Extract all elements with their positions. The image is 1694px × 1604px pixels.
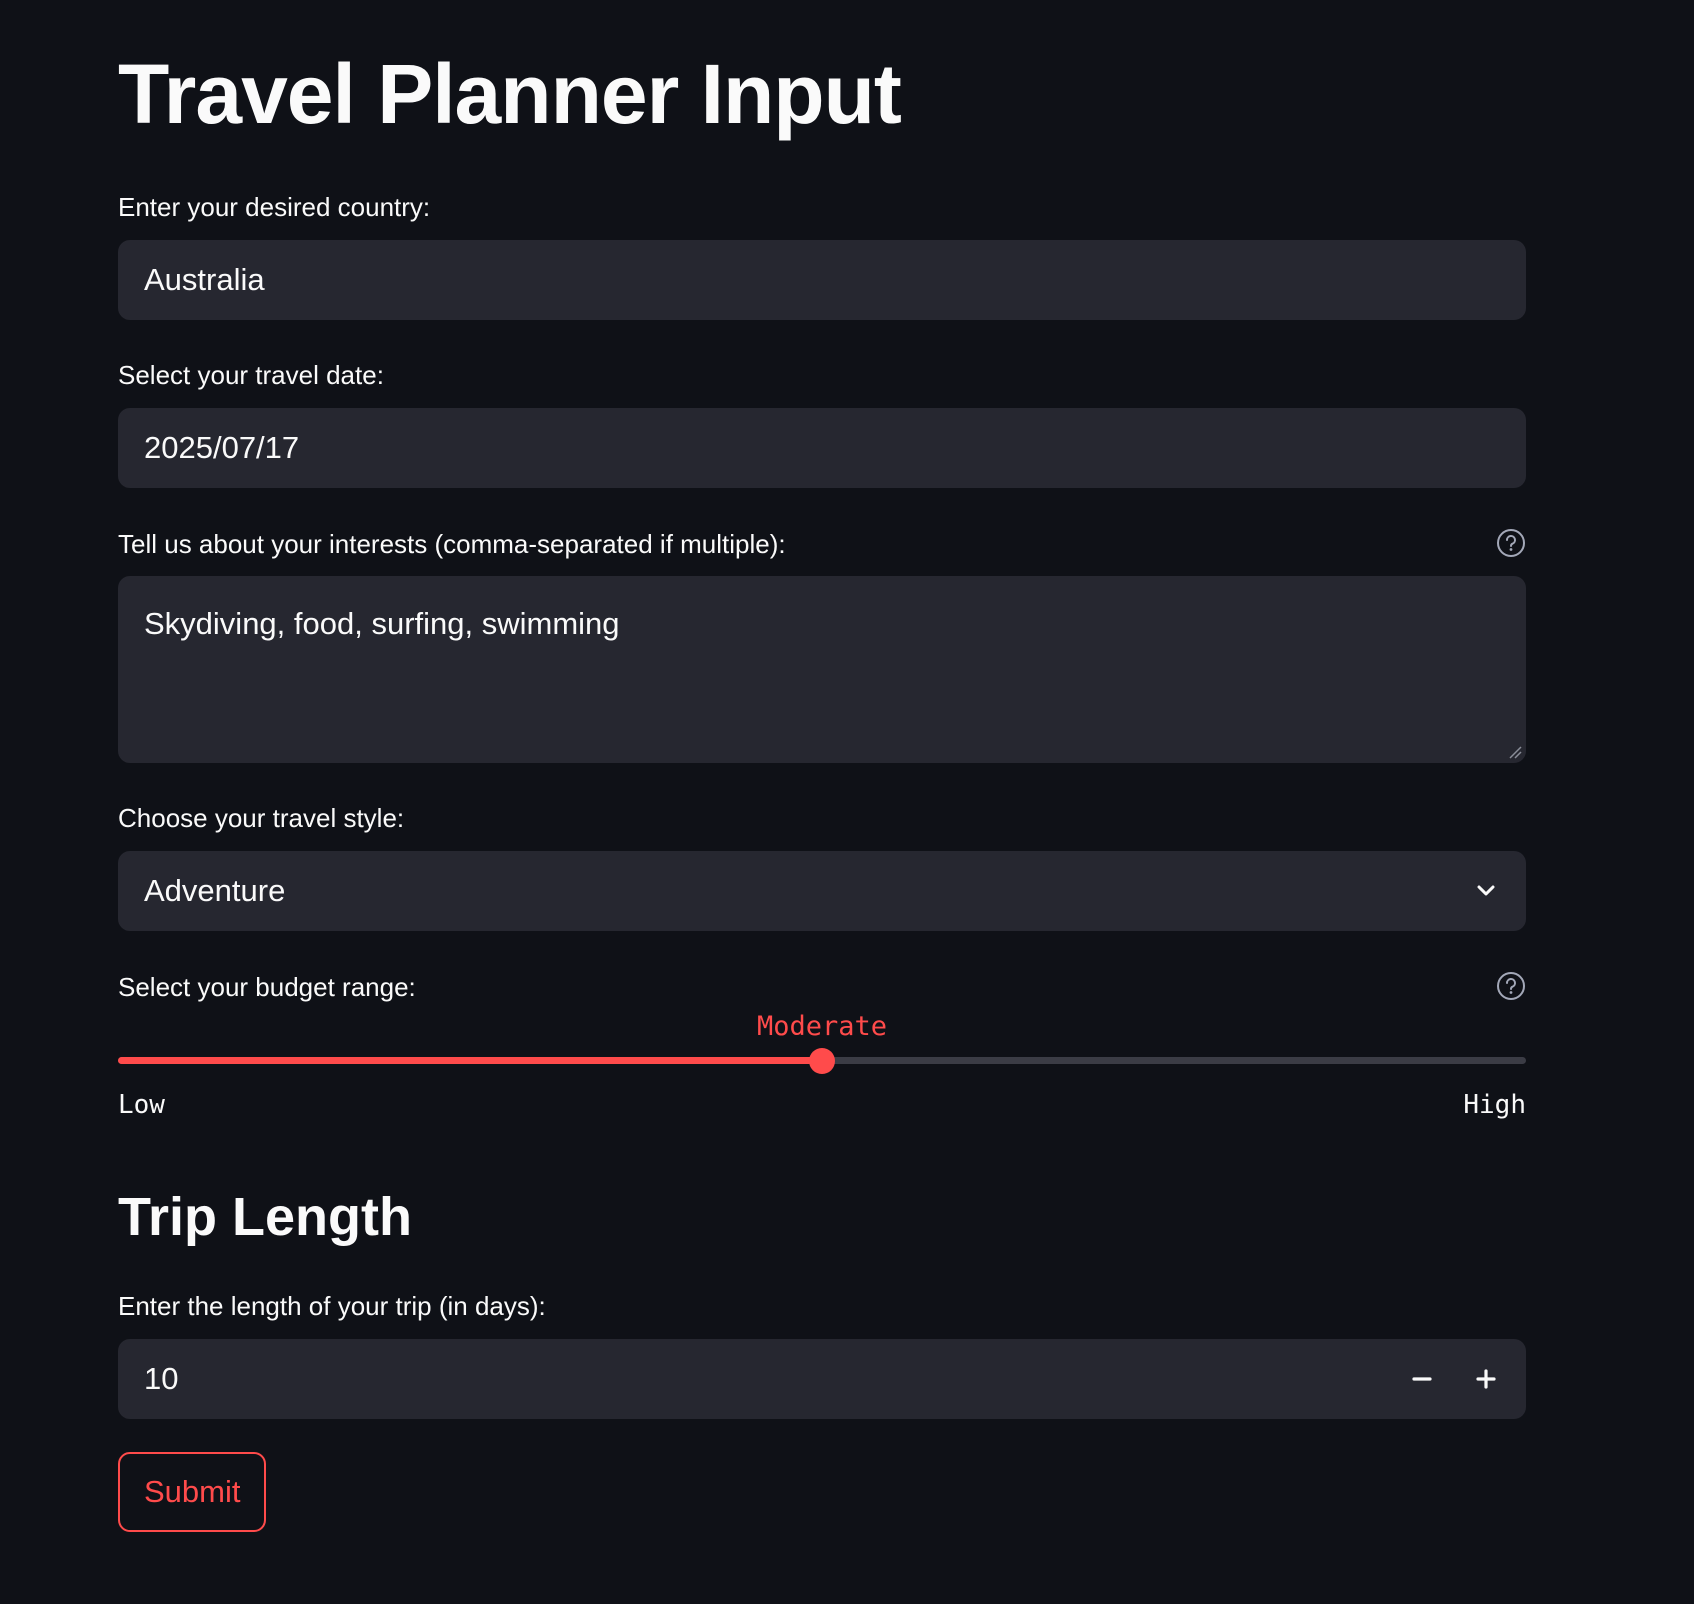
trip-length-heading: Trip Length (118, 1187, 412, 1247)
budget-slider-fill (118, 1057, 822, 1064)
page-title: Travel Planner Input (118, 47, 902, 141)
budget-min-label: Low (118, 1090, 165, 1120)
country-input-value: Australia (144, 262, 265, 297)
travel-date-label: Select your travel date: (118, 360, 384, 390)
decrement-button[interactable] (1402, 1359, 1442, 1399)
country-label: Enter your desired country: (118, 192, 431, 222)
trip-length-input[interactable]: 10 (118, 1339, 1526, 1419)
travel-style-selected: Adventure (144, 873, 286, 908)
country-input[interactable]: Australia (118, 240, 1526, 320)
budget-max-label: High (1463, 1090, 1526, 1120)
budget-slider[interactable] (118, 1047, 1526, 1074)
trip-length-value: 10 (144, 1361, 179, 1396)
interests-value: Skydiving, food, surfing, swimming (144, 606, 620, 641)
interests-label: Tell us about your interests (comma-sepa… (118, 529, 786, 559)
travel-style-label: Choose your travel style: (118, 803, 405, 833)
trip-length-label: Enter the length of your trip (in days): (118, 1291, 546, 1321)
resize-grip-icon[interactable] (1508, 745, 1522, 759)
budget-slider-value: Moderate (756, 1011, 888, 1042)
budget-label: Select your budget range: (118, 972, 416, 1002)
chevron-down-icon (1477, 885, 1495, 896)
plus-icon (1476, 1369, 1496, 1389)
travel-style-select[interactable]: Adventure (118, 851, 1526, 931)
interests-textarea[interactable]: Skydiving, food, surfing, swimming (118, 576, 1526, 763)
increment-button[interactable] (1466, 1359, 1506, 1399)
travel-date-value: 2025/07/17 (144, 430, 300, 465)
budget-slider-thumb[interactable] (809, 1047, 835, 1074)
travel-date-input[interactable]: 2025/07/17 (118, 408, 1526, 488)
interests-help-icon[interactable] (1496, 528, 1526, 558)
app-page: Travel Planner Input Enter your desired … (0, 0, 1694, 1604)
budget-help-icon[interactable] (1496, 971, 1526, 1001)
minus-icon (1412, 1377, 1432, 1381)
submit-button[interactable]: Submit (118, 1452, 267, 1532)
